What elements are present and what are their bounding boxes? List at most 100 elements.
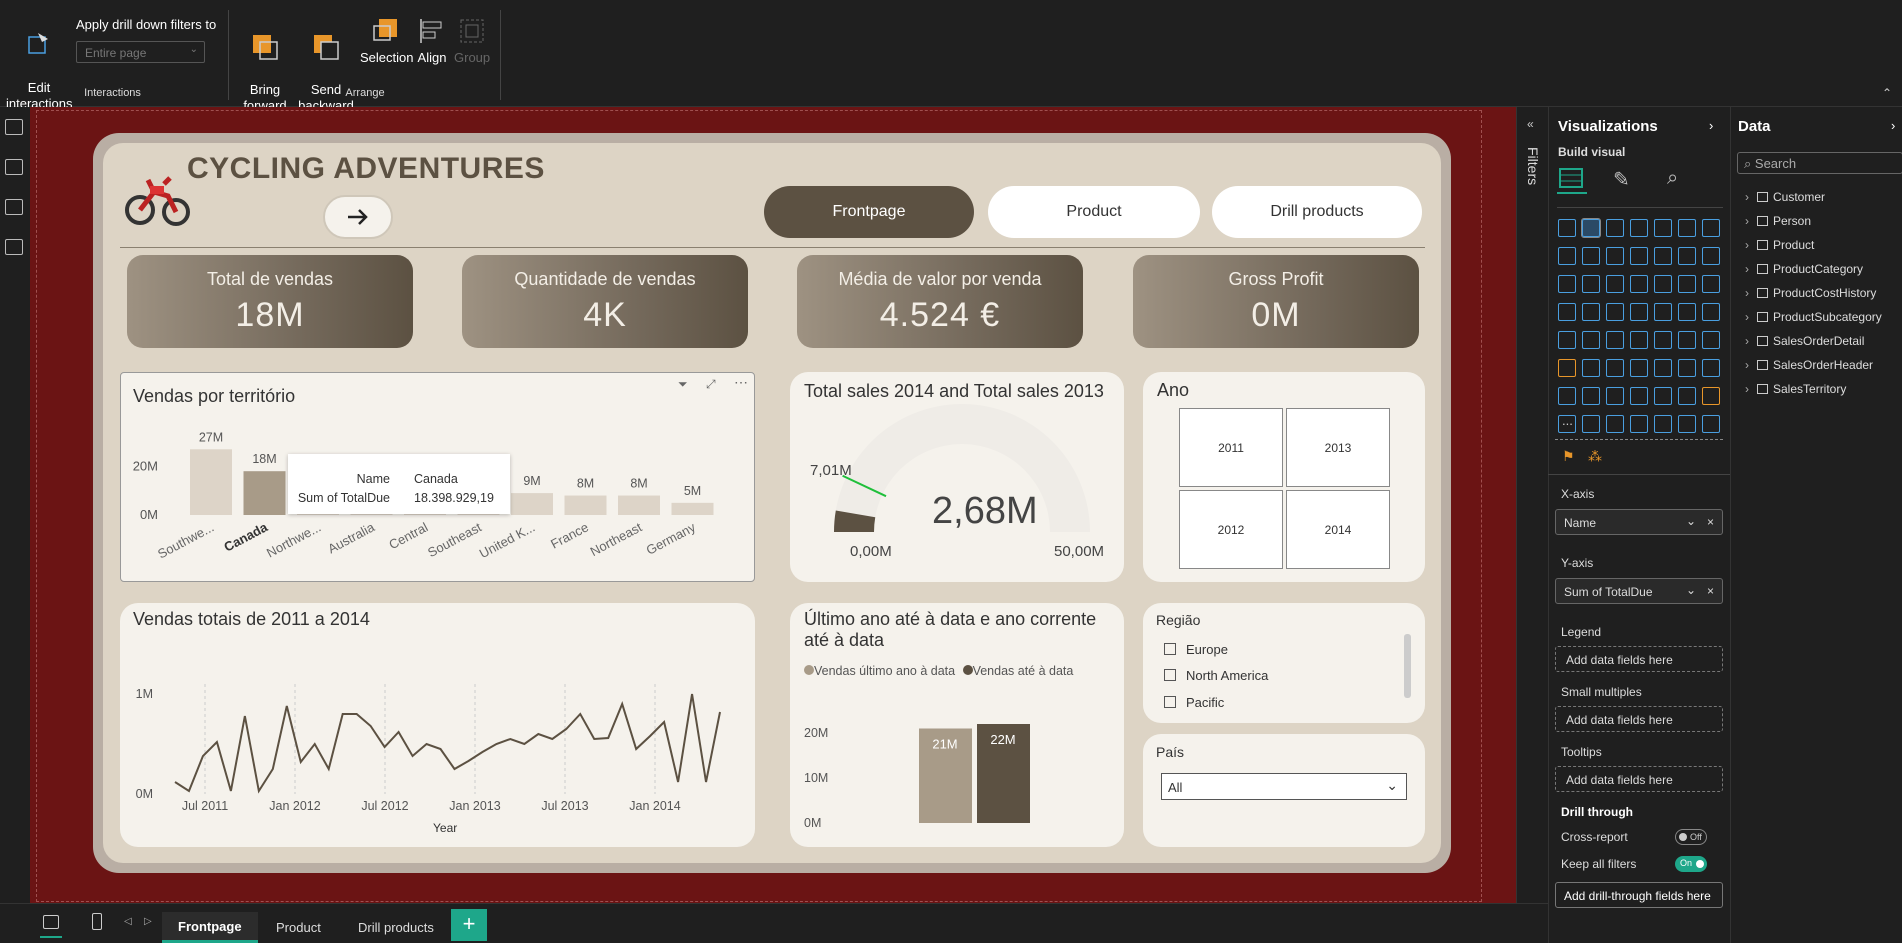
visual-type-icon[interactable] bbox=[1558, 387, 1576, 405]
visual-type-icon[interactable] bbox=[1558, 219, 1576, 237]
visual-type-icon[interactable] bbox=[1630, 303, 1648, 321]
data-table-item[interactable]: › Customer bbox=[1745, 190, 1825, 204]
visual-type-icon[interactable] bbox=[1558, 331, 1576, 349]
scroll-left-icon[interactable]: ◁ bbox=[124, 916, 132, 927]
more-visuals-label[interactable]: ... bbox=[1562, 413, 1573, 428]
visual-type-icon[interactable] bbox=[1678, 415, 1696, 433]
visual-type-icon[interactable] bbox=[1582, 247, 1600, 265]
visual-type-icon[interactable] bbox=[1654, 303, 1672, 321]
visual-type-icon[interactable] bbox=[1702, 359, 1720, 377]
visual-type-icon[interactable] bbox=[1630, 359, 1648, 377]
ano-tile-2014[interactable]: 2014 bbox=[1286, 490, 1390, 569]
collapse-ribbon-icon[interactable]: ⌃ bbox=[1882, 86, 1892, 100]
data-table-item[interactable]: › ProductCostHistory bbox=[1745, 286, 1876, 300]
visual-type-icon[interactable] bbox=[1582, 275, 1600, 293]
expand-filters-icon[interactable]: « bbox=[1527, 117, 1534, 131]
yaxis-field-pill[interactable]: Sum of TotalDue ⌄ × bbox=[1555, 578, 1723, 604]
filters-pane-collapsed[interactable]: « Filters bbox=[1516, 107, 1548, 943]
visual-type-icon[interactable] bbox=[1702, 387, 1720, 405]
visual-type-icon[interactable] bbox=[1678, 303, 1696, 321]
checkbox[interactable] bbox=[1164, 696, 1176, 708]
data-table-item[interactable]: › SalesTerritory bbox=[1745, 382, 1846, 396]
data-table-item[interactable]: › ProductCategory bbox=[1745, 262, 1863, 276]
visual-type-icon[interactable] bbox=[1702, 219, 1720, 237]
page-tab-product[interactable]: Product bbox=[264, 912, 333, 943]
group-button[interactable]: Group bbox=[454, 16, 490, 66]
visual-type-icon[interactable] bbox=[1606, 303, 1624, 321]
visual-type-icon[interactable] bbox=[1558, 303, 1576, 321]
table-view-icon[interactable] bbox=[5, 159, 23, 175]
visual-type-icon[interactable] bbox=[1654, 387, 1672, 405]
chevron-down-icon[interactable]: ⌄ bbox=[1686, 583, 1696, 597]
build-visual-tab[interactable] bbox=[1557, 164, 1587, 194]
visual-type-icon[interactable] bbox=[1606, 387, 1624, 405]
custom-visual-icon[interactable]: ⁂ bbox=[1588, 448, 1602, 465]
selection-button[interactable]: Selection bbox=[360, 16, 413, 66]
small-multiples-drop-zone[interactable]: Add data fields here bbox=[1555, 706, 1723, 732]
drill-through-drop-zone[interactable]: Add drill-through fields here bbox=[1555, 882, 1723, 908]
drill-scope-dropdown[interactable]: Entire page ⌄ bbox=[76, 41, 205, 63]
visual-type-icon[interactable] bbox=[1581, 218, 1601, 238]
visual-type-icon[interactable] bbox=[1702, 275, 1720, 293]
regiao-option-pacific[interactable]: Pacific bbox=[1164, 695, 1224, 710]
chevron-right-icon[interactable]: › bbox=[1745, 190, 1755, 204]
chevron-right-icon[interactable]: › bbox=[1745, 214, 1755, 228]
nav-frontpage-button[interactable]: Frontpage bbox=[764, 186, 974, 238]
visual-type-icon[interactable] bbox=[1654, 359, 1672, 377]
visual-type-icon[interactable] bbox=[1606, 415, 1624, 433]
focus-mode-icon[interactable]: ⤢ bbox=[706, 377, 716, 392]
chevron-right-icon[interactable]: › bbox=[1745, 238, 1755, 252]
visual-type-icon[interactable] bbox=[1630, 247, 1648, 265]
visual-type-icon[interactable] bbox=[1678, 275, 1696, 293]
regiao-option-europe[interactable]: Europe bbox=[1164, 642, 1228, 657]
scrollbar[interactable] bbox=[1404, 634, 1411, 698]
visual-type-icon[interactable] bbox=[1702, 247, 1720, 265]
visual-type-icon[interactable] bbox=[1630, 387, 1648, 405]
data-table-item[interactable]: › Product bbox=[1745, 238, 1814, 252]
chevron-right-icon[interactable]: › bbox=[1745, 358, 1755, 372]
chevron-right-icon[interactable]: › bbox=[1745, 262, 1755, 276]
nav-drill-products-button[interactable]: Drill products bbox=[1212, 186, 1422, 238]
visual-type-icon[interactable] bbox=[1606, 331, 1624, 349]
get-more-visuals-icon[interactable]: ⚑ bbox=[1562, 448, 1575, 465]
analytics-icon[interactable]: ⌕ bbox=[1667, 167, 1678, 190]
tooltips-drop-zone[interactable]: Add data fields here bbox=[1555, 766, 1723, 792]
next-page-button[interactable] bbox=[323, 195, 393, 239]
bring-forward-button[interactable]: Bring forward bbox=[240, 16, 290, 114]
chevron-right-icon[interactable]: › bbox=[1745, 310, 1755, 324]
chevron-right-icon[interactable]: › bbox=[1745, 382, 1755, 396]
visual-type-icon[interactable] bbox=[1582, 331, 1600, 349]
checkbox[interactable] bbox=[1164, 669, 1176, 681]
visual-type-icon[interactable] bbox=[1630, 219, 1648, 237]
collapse-data-icon[interactable]: › bbox=[1891, 118, 1895, 133]
visual-type-icon[interactable] bbox=[1702, 303, 1720, 321]
visual-type-icon[interactable] bbox=[1558, 275, 1576, 293]
more-options-icon[interactable]: ⋯ bbox=[734, 374, 748, 391]
regiao-option-north-america[interactable]: North America bbox=[1164, 668, 1268, 683]
visual-type-icon[interactable] bbox=[1582, 359, 1600, 377]
visual-type-icon[interactable] bbox=[1654, 415, 1672, 433]
close-icon[interactable]: × bbox=[1707, 515, 1714, 529]
visual-type-icon[interactable] bbox=[1630, 331, 1648, 349]
send-backward-button[interactable]: Send backward bbox=[296, 16, 356, 114]
visual-type-icon[interactable] bbox=[1654, 275, 1672, 293]
close-icon[interactable]: × bbox=[1707, 584, 1714, 598]
visual-type-icon[interactable] bbox=[1558, 247, 1576, 265]
mobile-layout-icon[interactable] bbox=[92, 913, 102, 930]
visual-type-icon[interactable] bbox=[1606, 359, 1624, 377]
data-table-item[interactable]: › ProductSubcategory bbox=[1745, 310, 1882, 324]
chevron-right-icon[interactable]: › bbox=[1745, 334, 1755, 348]
visual-type-icon[interactable] bbox=[1654, 331, 1672, 349]
visual-type-icon[interactable] bbox=[1630, 275, 1648, 293]
xaxis-field-pill[interactable]: Name ⌄ × bbox=[1555, 509, 1723, 535]
data-search-input[interactable]: ⌕ Search bbox=[1737, 152, 1902, 174]
visual-type-icon[interactable] bbox=[1678, 387, 1696, 405]
visual-type-icon[interactable] bbox=[1582, 303, 1600, 321]
dax-query-view-icon[interactable] bbox=[5, 239, 23, 255]
ano-tile-2011[interactable]: 2011 bbox=[1179, 408, 1283, 487]
visual-type-icon[interactable] bbox=[1630, 415, 1648, 433]
checkbox[interactable] bbox=[1164, 643, 1176, 655]
chevron-down-icon[interactable]: ⌄ bbox=[1686, 514, 1696, 528]
visual-type-icon[interactable] bbox=[1606, 247, 1624, 265]
page-tab-frontpage[interactable]: Frontpage bbox=[162, 912, 258, 943]
